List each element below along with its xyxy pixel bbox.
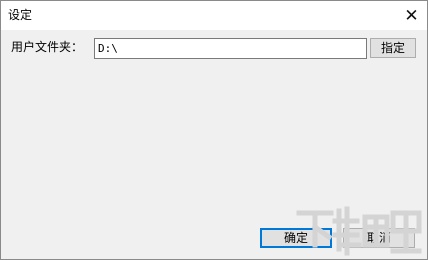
settings-dialog: 设定 ✕ 用户文件夹： 指定 确定 取消 — [0, 0, 428, 260]
user-folder-input[interactable] — [94, 38, 367, 59]
title-bar: 设定 ✕ — [1, 1, 427, 30]
close-button[interactable]: ✕ — [396, 1, 427, 30]
browse-button[interactable]: 指定 — [370, 38, 416, 58]
close-icon: ✕ — [404, 5, 419, 26]
watermark-logo — [296, 206, 422, 256]
user-folder-label: 用户文件夹： — [11, 40, 84, 54]
dialog-body: 用户文件夹： 指定 确定 取消 — [1, 30, 427, 259]
window-title: 设定 — [8, 8, 33, 22]
